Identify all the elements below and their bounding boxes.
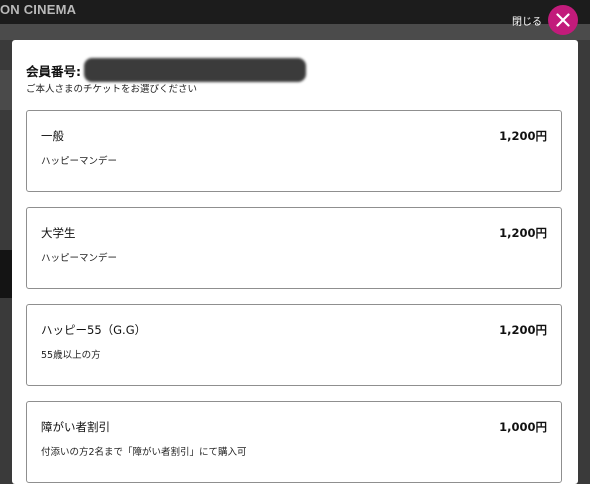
background-fragment bbox=[0, 70, 12, 110]
background-logo: ON CINEMA bbox=[0, 2, 77, 17]
ticket-name: ハッピー55（G.G） bbox=[41, 323, 147, 337]
ticket-price: 1,000円 bbox=[499, 420, 547, 434]
background-header: ON CINEMA bbox=[0, 0, 590, 24]
close-control[interactable]: 閉じる bbox=[512, 5, 578, 35]
ticket-price: 1,200円 bbox=[499, 129, 547, 143]
member-number-redacted bbox=[84, 58, 306, 82]
ticket-description: ハッピーマンデー bbox=[41, 253, 118, 264]
ticket-description: 付添いの方2名まで「障がい者割引」にて購入可 bbox=[41, 447, 247, 458]
member-number-label: 会員番号: bbox=[26, 63, 81, 79]
ticket-option-university[interactable]: 大学生 1,200円 ハッピーマンデー bbox=[26, 207, 562, 289]
ticket-select-modal: 会員番号: ご本人さまのチケットをお選びください 一般 1,200円 ハッピーマ… bbox=[12, 40, 578, 484]
ticket-option-happy55[interactable]: ハッピー55（G.G） 1,200円 55歳以上の方 bbox=[26, 304, 562, 386]
ticket-name: 大学生 bbox=[41, 226, 76, 240]
background-strip bbox=[0, 24, 590, 40]
close-icon bbox=[556, 13, 570, 27]
member-number-row: 会員番号: bbox=[26, 58, 306, 82]
ticket-name: 障がい者割引 bbox=[41, 420, 110, 434]
close-button[interactable] bbox=[548, 5, 578, 35]
ticket-price: 1,200円 bbox=[499, 226, 547, 240]
background-fragment-dark bbox=[0, 250, 12, 298]
close-label[interactable]: 閉じる bbox=[512, 13, 542, 28]
ticket-description: ハッピーマンデー bbox=[41, 156, 118, 167]
ticket-description: 55歳以上の方 bbox=[41, 350, 101, 361]
modal-subtitle: ご本人さまのチケットをお選びください bbox=[26, 84, 198, 95]
ticket-price: 1,200円 bbox=[499, 323, 547, 337]
ticket-name: 一般 bbox=[41, 129, 64, 143]
ticket-option-general[interactable]: 一般 1,200円 ハッピーマンデー bbox=[26, 110, 562, 192]
ticket-option-disability[interactable]: 障がい者割引 1,000円 付添いの方2名まで「障がい者割引」にて購入可 bbox=[26, 401, 562, 483]
